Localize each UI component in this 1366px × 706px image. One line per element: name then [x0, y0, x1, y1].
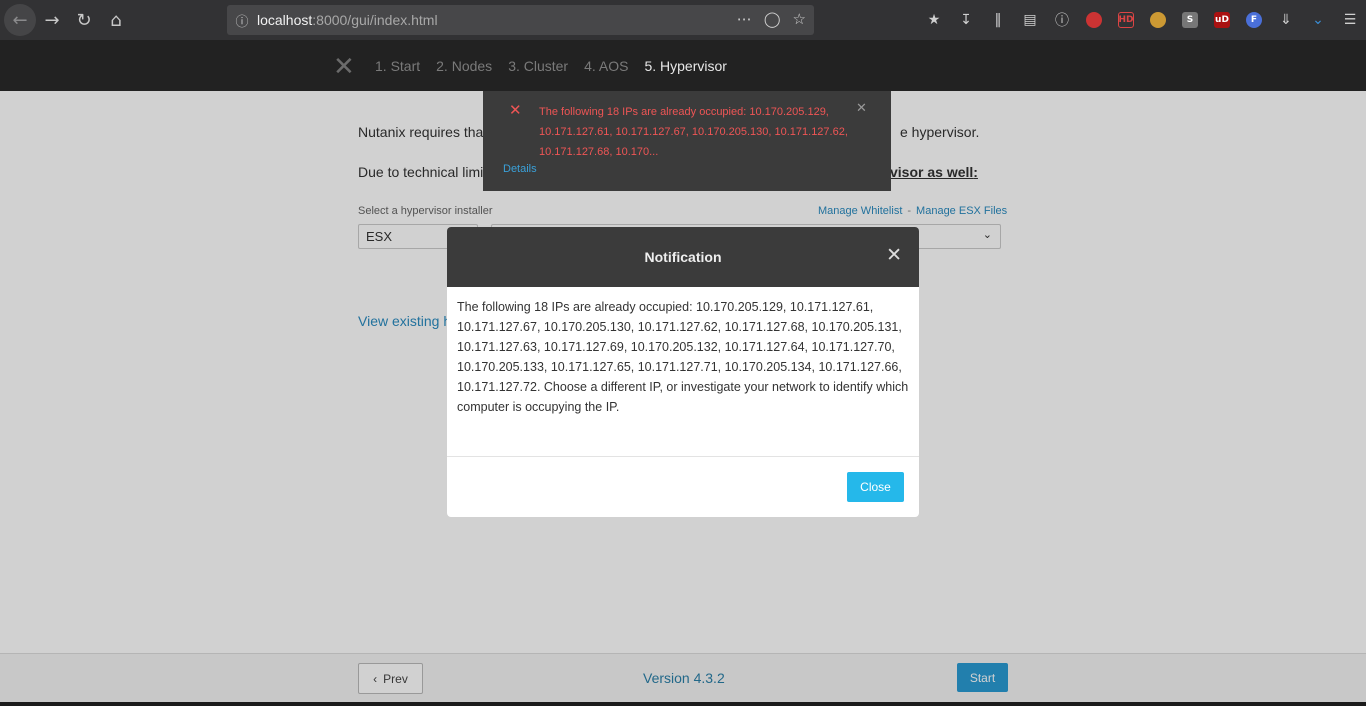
step-cluster[interactable]: 3. Cluster [508, 58, 568, 74]
step-aos[interactable]: 4. AOS [584, 58, 628, 74]
hd-extension-icon[interactable]: HD [1110, 4, 1142, 36]
bookmark-star-icon[interactable]: ☆ [793, 10, 806, 28]
url-bar[interactable]: ⓘ localhost:8000/gui/index.html ⋯ ◯ ☆ [227, 5, 814, 35]
step-start[interactable]: 1. Start [375, 58, 420, 74]
page-actions-icon[interactable]: ⋯ [737, 10, 752, 28]
step-nodes[interactable]: 2. Nodes [436, 58, 492, 74]
shield-extension-icon[interactable] [1078, 4, 1110, 36]
download-icon[interactable]: ↧ [950, 4, 982, 36]
toast-message: The following 18 IPs are already occupie… [539, 106, 848, 158]
site-info-icon[interactable]: ⓘ [227, 11, 257, 30]
url-path: :8000/gui/index.html [312, 12, 438, 28]
toast-details-link[interactable]: Details [503, 163, 537, 175]
info-icon[interactable]: ⓘ [1046, 4, 1078, 36]
back-arrow-icon[interactable]: ← [4, 4, 36, 36]
pocket-icon[interactable]: ◯ [764, 10, 781, 28]
wizard-steps: 1. Start 2. Nodes 3. Cluster 4. AOS 5. H… [375, 58, 727, 74]
chevron-down-icon[interactable]: ⌄ [1302, 4, 1334, 36]
url-host: localhost [257, 12, 313, 28]
step-hypervisor[interactable]: 5. Hypervisor [644, 58, 726, 74]
s-extension-icon[interactable]: S [1174, 4, 1206, 36]
sidebar-icon[interactable]: ▤ [1014, 4, 1046, 36]
color-extension-icon[interactable] [1142, 4, 1174, 36]
error-toast: ✕ The following 18 IPs are already occup… [483, 91, 891, 191]
modal-footer: Close [447, 457, 919, 517]
reload-icon[interactable]: ↻ [68, 4, 100, 36]
f-extension-icon[interactable]: F [1238, 4, 1270, 36]
home-icon[interactable]: ⌂ [100, 4, 132, 36]
forward-arrow-icon[interactable]: → [36, 4, 68, 36]
modal-header: Notification ✕ [447, 227, 919, 287]
modal-title: Notification [644, 249, 722, 265]
menu-icon[interactable]: ☰ [1334, 4, 1366, 36]
nutanix-logo-icon: ✕ [333, 52, 355, 82]
close-icon[interactable]: ✕ [886, 244, 902, 266]
library-icon[interactable]: ‖ [982, 4, 1014, 36]
close-button[interactable]: Close [847, 472, 904, 502]
toast-close-icon[interactable]: ✕ [856, 101, 867, 116]
download-circle-icon[interactable]: ⇓ [1270, 4, 1302, 36]
modal-body: The following 18 IPs are already occupie… [447, 287, 919, 457]
notification-modal: Notification ✕ The following 18 IPs are … [447, 227, 919, 517]
ublock-extension-icon[interactable]: uD [1206, 4, 1238, 36]
error-icon: ✕ [509, 101, 522, 119]
browser-toolbar: ← → ↻ ⌂ ⓘ localhost:8000/gui/index.html … [0, 0, 1366, 40]
bookmarks-star-icon[interactable]: ★ [918, 4, 950, 36]
